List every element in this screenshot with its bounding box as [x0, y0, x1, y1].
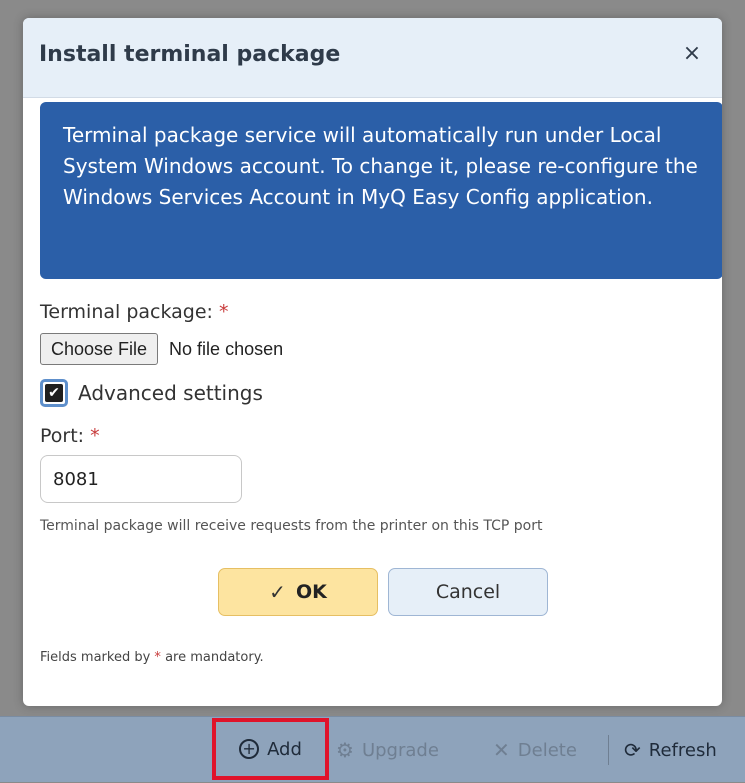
refresh-button[interactable]: ⟳ Refresh [624, 717, 717, 783]
dialog-header: Install terminal package × [23, 18, 722, 98]
info-message: Terminal package service will automatica… [40, 102, 722, 279]
add-button[interactable]: + Add [212, 718, 329, 780]
port-hint: Terminal package will receive requests f… [40, 518, 543, 534]
choose-file-button[interactable]: Choose File [40, 333, 159, 365]
no-file-chosen-text: No file chosen [169, 338, 284, 359]
upgrade-button-label: Upgrade [361, 739, 439, 761]
check-icon: ✔ [45, 384, 63, 402]
mandatory-suffix: are mandatory. [165, 650, 264, 665]
refresh-button-label: Refresh [648, 739, 717, 761]
ok-button-label: OK [295, 581, 327, 603]
x-icon: ✕ [493, 738, 510, 762]
toolbar-divider [608, 735, 609, 765]
install-terminal-package-dialog: Install terminal package × Terminal pack… [23, 18, 722, 706]
refresh-icon: ⟳ [624, 738, 641, 762]
check-icon: ✓ [269, 580, 286, 604]
gear-icon: ⚙ [336, 738, 354, 762]
upgrade-button[interactable]: ⚙ Upgrade [336, 717, 439, 783]
ok-button[interactable]: ✓ OK [218, 568, 378, 616]
add-button-label: Add [267, 738, 302, 760]
advanced-settings-label: Advanced settings [78, 381, 263, 405]
cancel-button[interactable]: Cancel [388, 568, 548, 616]
bottom-toolbar: + Add ⚙ Upgrade ✕ Delete ⟳ Refresh [0, 716, 745, 782]
delete-button[interactable]: ✕ Delete [493, 717, 577, 783]
terminal-package-label-text: Terminal package: [40, 301, 213, 323]
mandatory-prefix: Fields marked by [40, 650, 151, 665]
dialog-title: Install terminal package [39, 42, 341, 67]
required-marker: * [219, 301, 229, 323]
plus-circle-icon: + [239, 739, 260, 759]
required-marker: * [154, 650, 161, 665]
required-marker: * [90, 425, 100, 447]
port-label-text: Port: [40, 425, 85, 447]
port-input[interactable] [40, 455, 242, 503]
delete-button-label: Delete [517, 739, 577, 761]
advanced-settings-row: ✔ Advanced settings [40, 376, 263, 410]
file-picker: Choose File No file chosen [40, 333, 283, 365]
close-icon[interactable]: × [678, 40, 706, 68]
advanced-settings-checkbox[interactable]: ✔ [40, 379, 68, 407]
mandatory-fields-note: Fields marked by * are mandatory. [40, 650, 264, 665]
port-label: Port: * [40, 425, 100, 447]
terminal-package-label: Terminal package: * [40, 301, 229, 323]
